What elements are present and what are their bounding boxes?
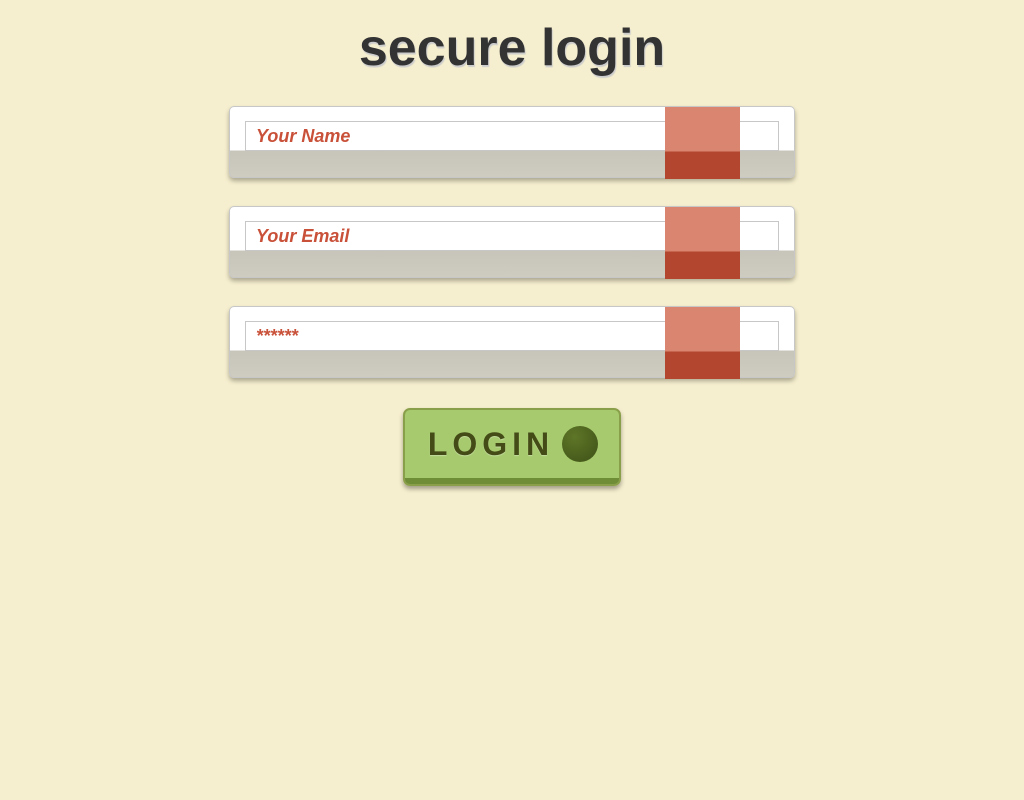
login-button[interactable]: LOGIN xyxy=(403,408,621,486)
login-container: secure login LOGIN xyxy=(0,0,1024,486)
password-input[interactable] xyxy=(245,321,779,351)
submit-wrapper: LOGIN xyxy=(229,406,795,486)
email-input[interactable] xyxy=(245,221,779,251)
email-field-container xyxy=(229,206,795,278)
password-field-container xyxy=(229,306,795,378)
login-form: LOGIN xyxy=(229,106,795,486)
login-indicator-icon xyxy=(562,426,598,462)
login-button-label: LOGIN xyxy=(428,426,554,463)
page-title: secure login xyxy=(0,18,1024,78)
name-field-container xyxy=(229,106,795,178)
name-input[interactable] xyxy=(245,121,779,151)
